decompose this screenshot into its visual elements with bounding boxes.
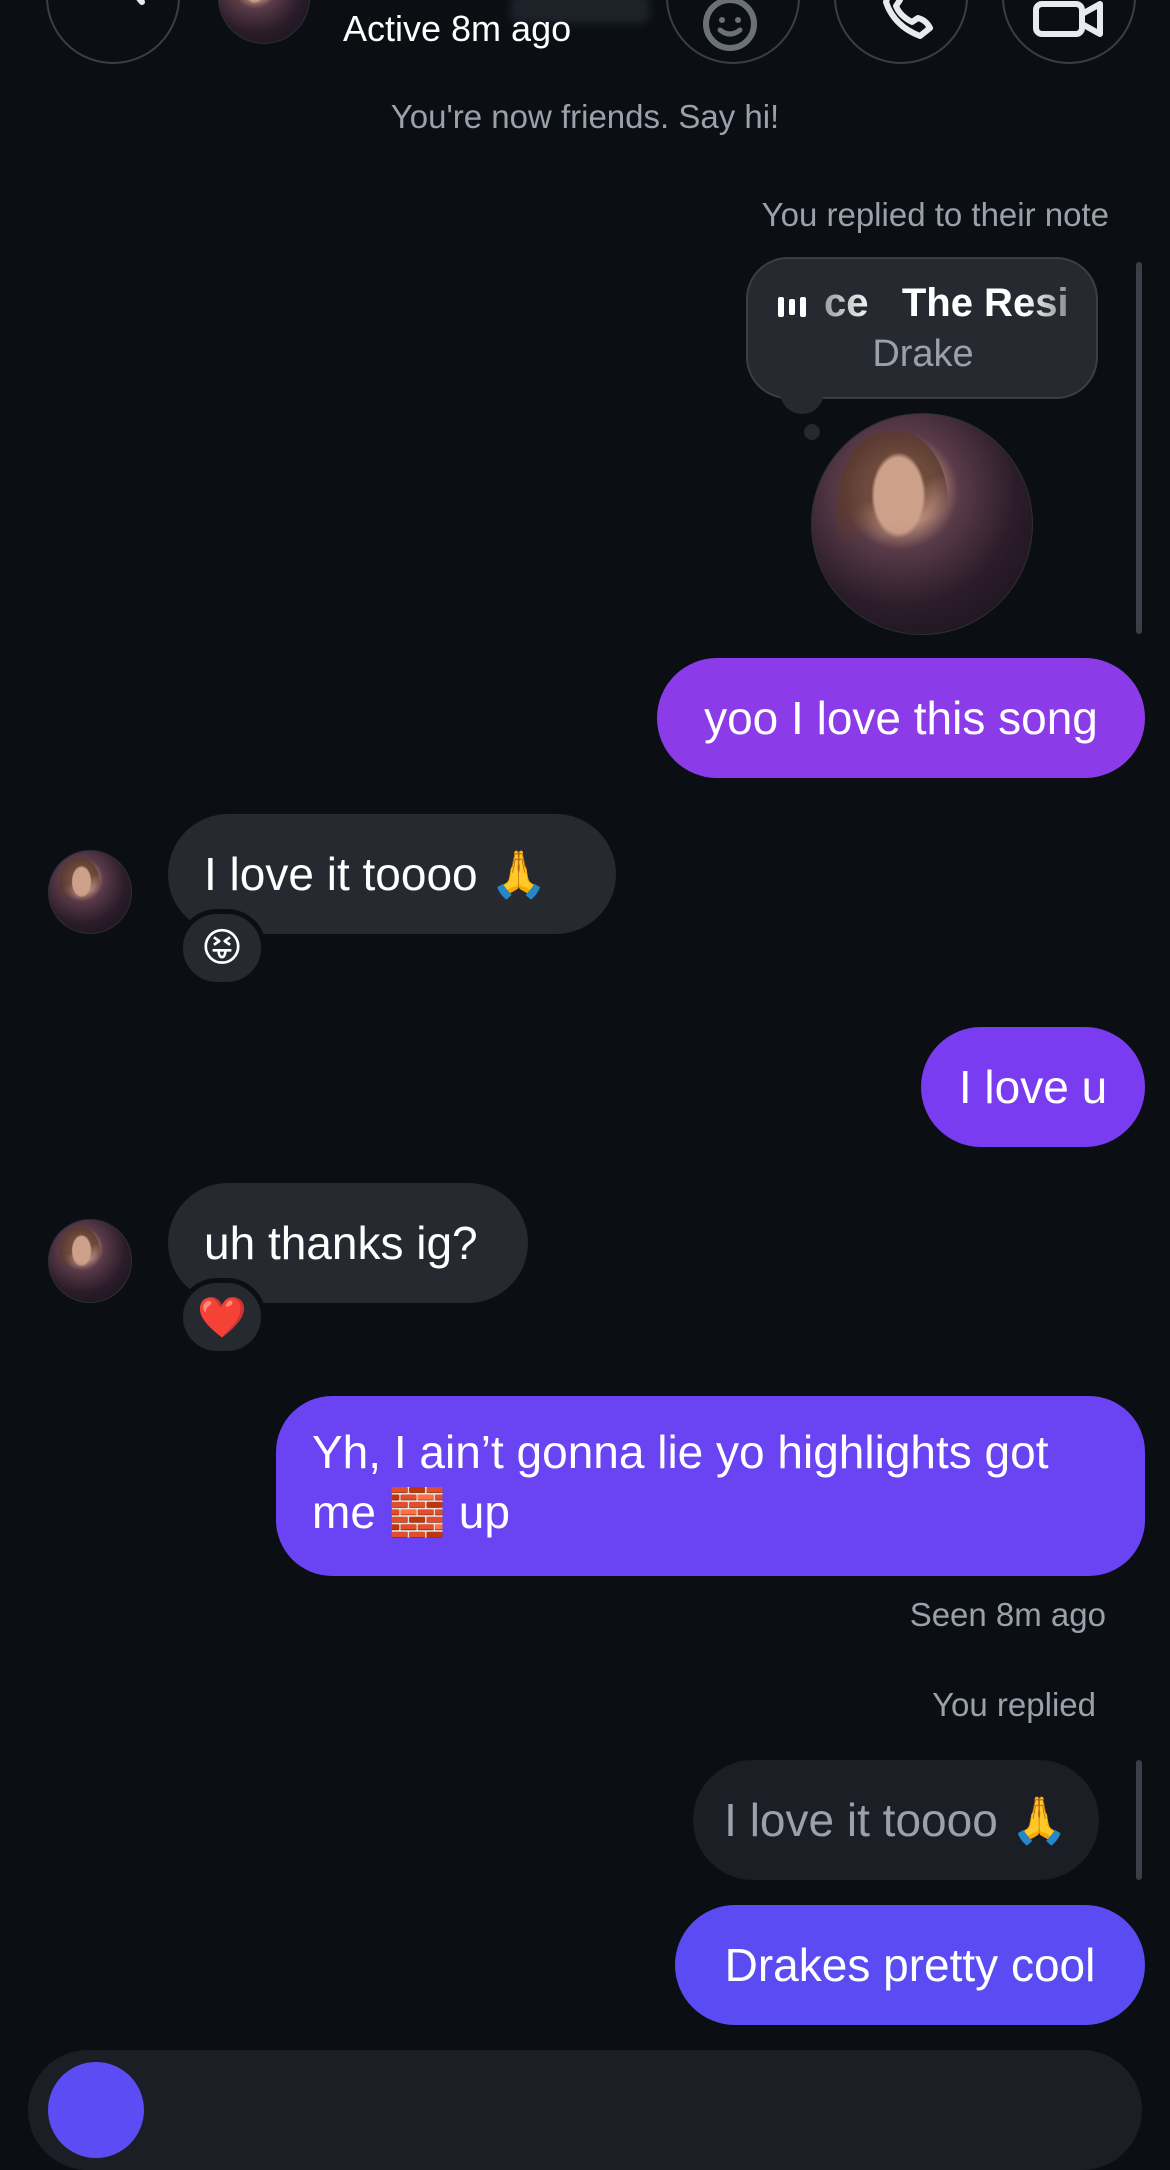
message-text: Drakes pretty cool bbox=[724, 1939, 1096, 1991]
message-text: uh thanks ig? bbox=[204, 1217, 478, 1269]
message-text: I love u bbox=[958, 1061, 1108, 1113]
outgoing-message-bubble[interactable]: yoo I love this song bbox=[657, 658, 1145, 778]
note-bubble-tail-small bbox=[804, 424, 820, 440]
note-song-title: ce The Resi bbox=[824, 281, 1069, 325]
sender-avatar[interactable] bbox=[48, 1219, 132, 1303]
reply-caption: You replied bbox=[932, 1686, 1096, 1723]
scroll-indicator-bottom[interactable] bbox=[1136, 1760, 1142, 1880]
voice-call-button[interactable] bbox=[834, 0, 968, 64]
sticker-face-icon bbox=[703, 0, 757, 51]
seen-status: Seen 8m ago bbox=[909, 1596, 1106, 1633]
quoted-message-bubble[interactable]: I love it toooo 🙏 bbox=[693, 1760, 1099, 1880]
outgoing-message-bubble[interactable]: I love u bbox=[921, 1027, 1145, 1147]
header-avatar[interactable] bbox=[218, 0, 310, 44]
note-bubble-tail-large bbox=[780, 388, 824, 414]
scroll-indicator-top[interactable] bbox=[1136, 262, 1142, 634]
message-text-line-2: me 🧱 up bbox=[312, 1486, 510, 1538]
audio-bars-icon bbox=[778, 297, 806, 317]
outgoing-message-bubble[interactable]: Drakes pretty cool bbox=[675, 1905, 1145, 2025]
message-composer[interactable] bbox=[28, 2050, 1142, 2170]
camera-button[interactable] bbox=[48, 2062, 144, 2158]
message-text-line-1: Yh, I ain’t gonna lie yo highlights got bbox=[312, 1426, 1049, 1478]
sender-avatar[interactable] bbox=[48, 850, 132, 934]
note-bubble[interactable]: ce The Resi Drake bbox=[746, 257, 1098, 399]
video-camera-icon bbox=[1033, 1, 1103, 37]
note-reply-caption: You replied to their note bbox=[761, 196, 1109, 233]
sticker-button[interactable] bbox=[666, 0, 800, 64]
video-call-button[interactable] bbox=[1002, 0, 1136, 64]
header-status: Active 8m ago bbox=[343, 8, 572, 49]
message-text: I love it toooo 🙏 bbox=[204, 847, 548, 900]
quoted-message-text: I love it toooo 🙏 bbox=[724, 1793, 1068, 1846]
phone-icon bbox=[883, 0, 933, 39]
message-reaction[interactable]: ❤️ bbox=[178, 1278, 266, 1356]
message-reaction[interactable]: 😝 bbox=[178, 909, 266, 987]
note-artist: Drake bbox=[872, 333, 974, 375]
note-author-avatar[interactable] bbox=[811, 413, 1033, 635]
message-text: yoo I love this song bbox=[704, 692, 1098, 744]
outgoing-message-bubble[interactable]: Yh, I ain’t gonna lie yo highlights got … bbox=[276, 1396, 1145, 1576]
back-button[interactable] bbox=[46, 0, 180, 64]
back-arrow-icon bbox=[136, 0, 145, 5]
friends-system-message: You're now friends. Say hi! bbox=[390, 98, 780, 135]
